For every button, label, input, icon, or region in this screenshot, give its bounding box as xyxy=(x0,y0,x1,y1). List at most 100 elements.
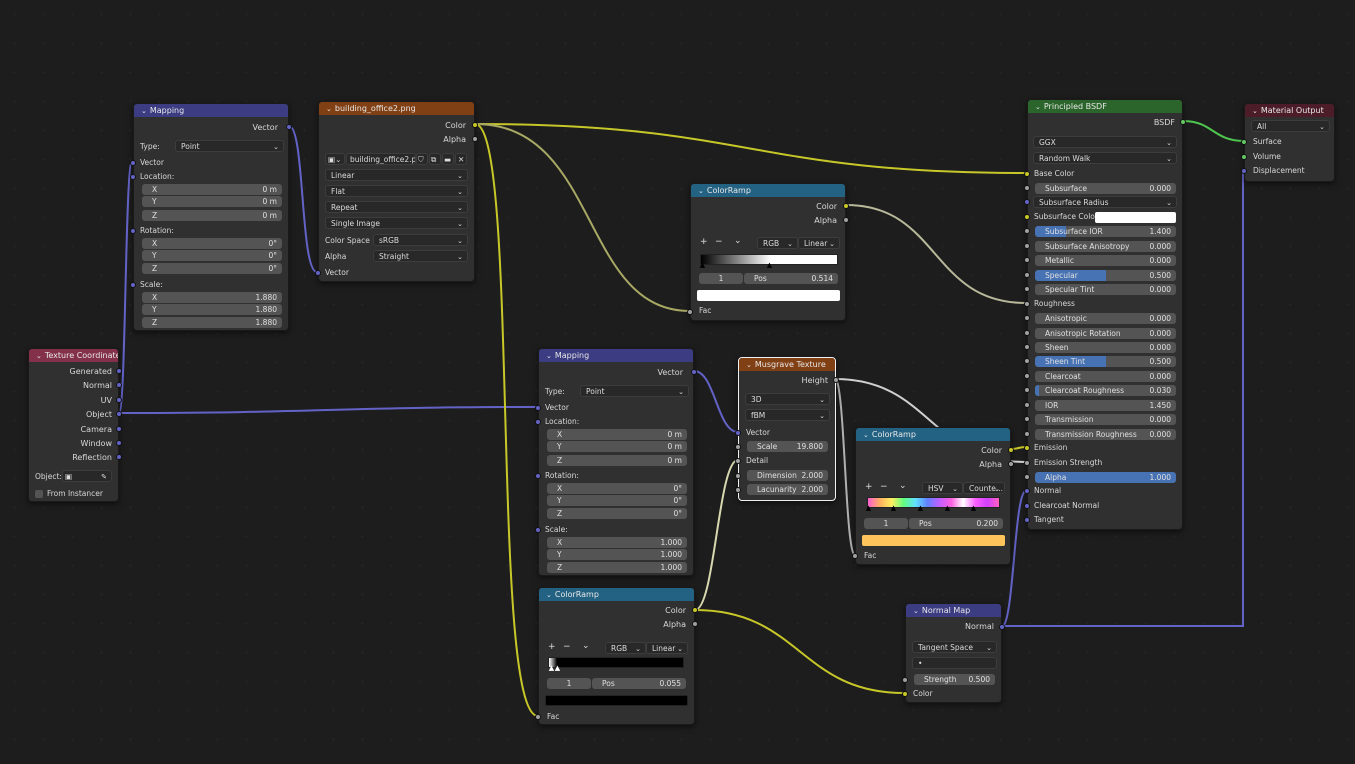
node-header[interactable]: ⌄ Musgrave Texture xyxy=(739,358,835,371)
output-generated-socket[interactable] xyxy=(116,368,122,374)
mapping-node-1[interactable]: ⌄ Mapping Vector Type: Point ⌄ Vector Loca… xyxy=(130,103,292,331)
image-browse-button[interactable]: ▣⌄ xyxy=(325,153,345,165)
lacunarity-field[interactable]: Lacunarity 2.000 xyxy=(747,484,828,495)
input-vector-socket[interactable] xyxy=(535,405,541,411)
extension-dropdown[interactable]: Repeat ⌄ xyxy=(325,201,468,213)
specular-socket[interactable] xyxy=(1024,272,1030,278)
scale-socket[interactable] xyxy=(735,444,741,450)
stop-color-swatch[interactable] xyxy=(545,695,688,706)
ramp-menu-chevron-icon[interactable]: ⌄ xyxy=(899,481,907,492)
anisotropic-rotation-slider[interactable]: Anisotropic Rotation 0.000 xyxy=(1035,328,1176,339)
colorramp-node-3[interactable]: ⌄ ColorRamp Color Alpha + − ⌄ RGB ⌄ Linear… xyxy=(535,587,698,725)
scale-y-field[interactable]: Y 1.000 xyxy=(547,549,687,560)
ramp-menu-chevron-icon[interactable]: ⌄ xyxy=(582,641,590,652)
output-alpha-socket[interactable] xyxy=(692,621,698,627)
subsurface-ior-socket[interactable] xyxy=(1024,228,1030,234)
alpha-mode-dropdown[interactable]: Straight ⌄ xyxy=(373,250,468,262)
node-header[interactable]: ⌄ building_office2.png xyxy=(319,102,474,115)
output-alpha-socket[interactable] xyxy=(472,136,478,142)
scale-field[interactable]: Scale 19.800 xyxy=(747,441,828,452)
node-header[interactable]: ⌄ Normal Map xyxy=(906,604,1001,617)
location-y-field[interactable]: Y0 m xyxy=(547,441,687,452)
transmission-slider[interactable]: Transmission 0.000 xyxy=(1035,414,1176,425)
subsurface-slider[interactable]: Subsurface 0.000 xyxy=(1035,183,1176,194)
scale-z-field[interactable]: Z 1.000 xyxy=(547,562,687,573)
output-uv-socket[interactable] xyxy=(116,397,122,403)
input-volume-socket[interactable] xyxy=(1241,154,1247,160)
roughness-socket[interactable] xyxy=(1024,301,1030,307)
collapse-chevron-icon[interactable]: ⌄ xyxy=(1252,107,1258,115)
rotation-x-field[interactable]: X 0° xyxy=(547,483,687,494)
output-window-socket[interactable] xyxy=(116,440,122,446)
metallic-socket[interactable] xyxy=(1024,257,1030,263)
ramp-menu-chevron-icon[interactable]: ⌄ xyxy=(734,236,742,247)
lacunarity-socket[interactable] xyxy=(735,487,741,493)
tangent-socket[interactable] xyxy=(1024,517,1030,523)
base-color-socket[interactable] xyxy=(1024,171,1030,177)
rotation-y-field[interactable]: Y 0° xyxy=(142,250,282,261)
scale-socket[interactable] xyxy=(130,282,136,288)
object-picker[interactable]: ▣ ✎ xyxy=(62,470,112,482)
scale-x-field[interactable]: X 1.000 xyxy=(547,537,687,548)
color-mode-dropdown[interactable]: HSV ⌄ xyxy=(922,482,963,494)
output-bsdf-socket[interactable] xyxy=(1180,119,1186,125)
subsurface-socket[interactable] xyxy=(1024,185,1030,191)
transmission-roughness-socket[interactable] xyxy=(1024,431,1030,437)
stop-position-field[interactable]: Pos 0.200 xyxy=(909,518,1003,529)
node-header[interactable]: ⌄ Material Output xyxy=(1245,104,1334,117)
collapse-chevron-icon[interactable]: ⌄ xyxy=(546,591,552,599)
metallic-slider[interactable]: Metallic 0.000 xyxy=(1035,255,1176,266)
node-header[interactable]: ⌄ ColorRamp xyxy=(691,184,845,197)
location-socket[interactable] xyxy=(535,419,541,425)
musgrave-texture-node[interactable]: ⌄ Musgrave Texture Height 3D ⌄ fBM ⌄ Vector… xyxy=(735,357,839,501)
rotation-socket[interactable] xyxy=(130,228,136,234)
scale-socket[interactable] xyxy=(535,527,541,533)
collapse-chevron-icon[interactable]: ⌄ xyxy=(746,361,752,369)
ramp-stop-handle-icon[interactable]: ▲ xyxy=(944,504,951,512)
ramp-stop-handle-icon[interactable]: ▲ xyxy=(865,504,872,512)
close-icon[interactable]: ✕ xyxy=(455,153,467,165)
node-header[interactable]: ⌄ Mapping xyxy=(134,104,288,117)
fake-user-shield-icon[interactable]: ⛉ xyxy=(416,153,428,165)
output-color-socket[interactable] xyxy=(843,203,849,209)
output-color-socket[interactable] xyxy=(692,607,698,613)
scale-x-field[interactable]: X 1.880 xyxy=(142,292,282,303)
input-surface-socket[interactable] xyxy=(1241,139,1247,145)
rotation-z-field[interactable]: Z 0° xyxy=(142,263,282,274)
rotation-x-field[interactable]: X 0° xyxy=(142,238,282,249)
stop-position-field[interactable]: Pos 0.055 xyxy=(592,678,686,689)
distribution-dropdown[interactable]: GGX ⌄ xyxy=(1033,136,1177,148)
interpolation-dropdown[interactable]: Counte... ⌄ xyxy=(963,482,1005,494)
input-fac-socket[interactable] xyxy=(535,714,541,720)
location-x-field[interactable]: X0 m xyxy=(547,429,687,440)
type-dropdown[interactable]: Point ⌄ xyxy=(175,140,284,152)
rotation-z-field[interactable]: Z 0° xyxy=(547,508,687,519)
interpolation-dropdown[interactable]: Linear ⌄ xyxy=(646,642,688,654)
node-header[interactable]: ⌄ Principled BSDF xyxy=(1028,100,1182,113)
location-z-field[interactable]: Z0 m xyxy=(142,210,282,221)
subsurface-method-dropdown[interactable]: Random Walk ⌄ xyxy=(1033,152,1177,164)
strength-field[interactable]: Strength 0.500 xyxy=(914,674,995,685)
subsurface-radius-dropdown[interactable]: Subsurface Radius ⌄ xyxy=(1033,196,1177,208)
specular-slider[interactable]: Specular 0.500 xyxy=(1035,270,1176,281)
output-normal-socket[interactable] xyxy=(116,382,122,388)
collapse-chevron-icon[interactable]: ⌄ xyxy=(863,431,869,439)
input-vector-socket[interactable] xyxy=(735,430,741,436)
color-ramp-gradient[interactable] xyxy=(548,657,684,668)
stop-index-field[interactable]: 1 xyxy=(699,273,743,284)
color-mode-dropdown[interactable]: RGB ⌄ xyxy=(605,642,646,654)
type-dropdown[interactable]: Point ⌄ xyxy=(580,385,689,397)
emission-strength-socket[interactable] xyxy=(1024,460,1030,466)
specular-tint-socket[interactable] xyxy=(1024,286,1030,292)
output-vector-socket[interactable] xyxy=(286,124,292,130)
collapse-chevron-icon[interactable]: ⌄ xyxy=(141,107,147,115)
color-ramp-gradient[interactable] xyxy=(867,497,1000,508)
dimensions-dropdown[interactable]: 3D ⌄ xyxy=(745,393,830,405)
input-displacement-socket[interactable] xyxy=(1241,168,1247,174)
ramp-stop-handle-icon[interactable]: ▲ xyxy=(970,504,977,512)
rotation-socket[interactable] xyxy=(535,473,541,479)
ior-socket[interactable] xyxy=(1024,402,1030,408)
clearcoat-roughness-socket[interactable] xyxy=(1024,387,1030,393)
subsurface-anisotropy-socket[interactable] xyxy=(1024,243,1030,249)
folder-icon[interactable]: ▬ xyxy=(442,153,454,165)
